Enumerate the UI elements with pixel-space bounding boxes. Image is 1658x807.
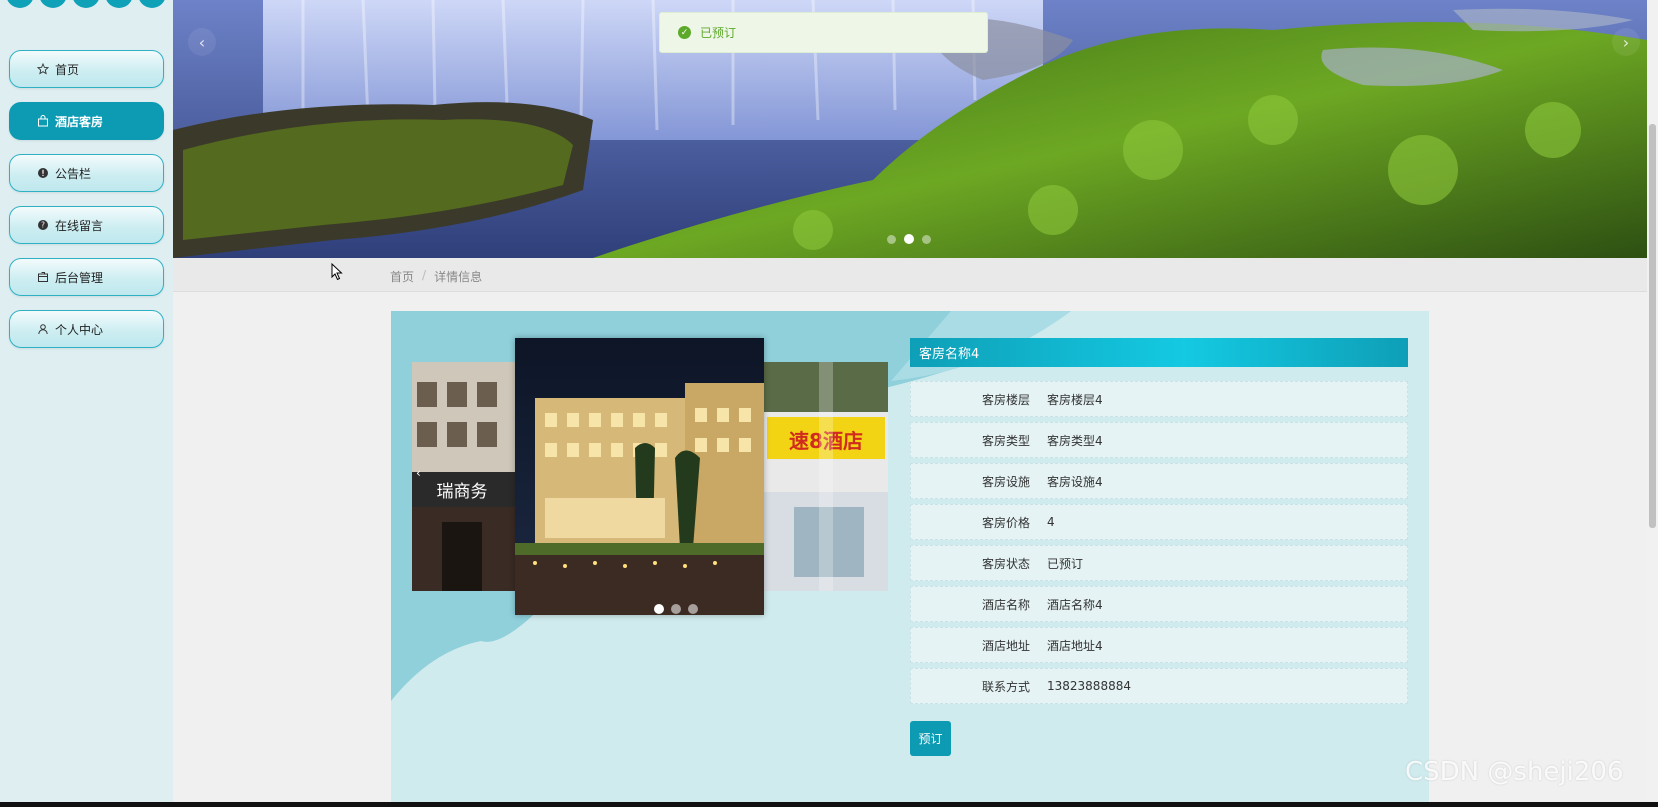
info-value: 13823888884	[1047, 679, 1131, 693]
gallery-indicator-2[interactable]	[671, 604, 681, 614]
gallery-indicator-3[interactable]	[688, 604, 698, 614]
breadcrumb: 首页 / 详情信息	[390, 268, 482, 285]
room-title: 客房名称4	[910, 338, 1408, 367]
info-label: 客房楼层	[981, 392, 1030, 407]
room-image-gallery: 瑞商务 速8酒店 ‹	[412, 338, 888, 615]
bag-icon	[36, 114, 50, 128]
gallery-left-sign: 瑞商务	[437, 482, 488, 502]
info-label: 客房状态	[981, 556, 1030, 571]
info-row-facilities: 客房设施 客房设施4	[910, 463, 1408, 499]
sidebar-item-home[interactable]: 首页	[9, 50, 164, 88]
breadcrumb-current: 详情信息	[434, 270, 483, 284]
info-row-floor: 客房楼层 客房楼层4	[910, 381, 1408, 417]
info-row-status: 客房状态 已预订	[910, 545, 1408, 581]
sidebar-item-label: 个人中心	[55, 322, 104, 337]
info-label: 客房价格	[981, 515, 1030, 530]
info-row-hotel-name: 酒店名称 酒店名称4	[910, 586, 1408, 622]
sidebar-item-label: 首页	[55, 62, 80, 77]
info-value: 客房楼层4	[1047, 392, 1103, 407]
info-label: 客房类型	[981, 433, 1030, 448]
sidebar-decoration	[0, 0, 173, 10]
info-value: 已预订	[1047, 556, 1084, 571]
check-circle-icon: ✓	[678, 26, 691, 39]
info-label: 联系方式	[981, 679, 1030, 694]
sidebar-item-profile[interactable]: 个人中心	[9, 310, 164, 348]
info-value: 酒店名称4	[1047, 597, 1103, 612]
toast-message: 已预订	[700, 26, 737, 40]
book-button[interactable]: 预订	[910, 721, 951, 756]
scrollbar-thumb[interactable]	[1649, 124, 1656, 528]
bottom-border	[0, 802, 1658, 807]
banner-indicator-2[interactable]	[904, 234, 914, 244]
sidebar: 首页 酒店客房 公告栏 ? 在线留言 后台管理 个人中心	[0, 0, 173, 807]
sidebar-item-label: 酒店客房	[55, 114, 104, 129]
gallery-image-left[interactable]: 瑞商务	[412, 362, 515, 591]
info-value: 酒店地址4	[1047, 638, 1103, 653]
box-icon	[36, 270, 50, 284]
info-value: 客房设施4	[1047, 474, 1103, 489]
banner-indicator-3[interactable]	[922, 234, 931, 244]
sidebar-item-label: 后台管理	[55, 270, 104, 285]
info-row-hotel-address: 酒店地址 酒店地址4	[910, 627, 1408, 663]
gallery-indicators	[654, 604, 698, 614]
info-row-contact: 联系方式 13823888884	[910, 668, 1408, 704]
user-icon	[36, 322, 50, 336]
breadcrumb-separator: /	[422, 268, 427, 282]
gallery-indicator-1[interactable]	[654, 604, 664, 614]
gallery-image-center[interactable]	[515, 338, 764, 615]
sidebar-item-messages[interactable]: ? 在线留言	[9, 206, 164, 244]
banner-indicators	[887, 234, 931, 244]
info-value: 客房类型4	[1047, 433, 1103, 448]
sidebar-item-admin[interactable]: 后台管理	[9, 258, 164, 296]
info-row-price: 客房价格 4	[910, 504, 1408, 540]
gallery-prev-arrow[interactable]: ‹	[416, 466, 421, 480]
page-scrollbar[interactable]	[1647, 0, 1658, 807]
help-icon: ?	[36, 218, 50, 232]
info-label: 客房设施	[981, 474, 1030, 489]
gallery-image-right[interactable]: 速8酒店	[764, 362, 888, 591]
breadcrumb-bar: 首页 / 详情信息	[173, 258, 1647, 292]
sidebar-item-notices[interactable]: 公告栏	[9, 154, 164, 192]
mouse-cursor-icon	[331, 262, 343, 284]
breadcrumb-home[interactable]: 首页	[390, 268, 414, 285]
info-value: 4	[1047, 515, 1055, 529]
watermark: CSDN @sheji206	[1405, 757, 1624, 787]
info-label: 酒店地址	[981, 638, 1030, 653]
room-detail-card: 瑞商务 速8酒店 ‹ 客房名称4 客房楼层 客房楼层4 客房类型 客房类型4 客…	[391, 311, 1429, 807]
banner-indicator-1[interactable]	[887, 234, 896, 244]
info-icon	[36, 166, 50, 180]
info-row-type: 客房类型 客房类型4	[910, 422, 1408, 458]
banner-next-arrow[interactable]: ›	[1612, 28, 1640, 56]
info-label: 酒店名称	[981, 597, 1030, 612]
svg-text:?: ?	[41, 221, 45, 230]
star-icon	[36, 62, 50, 76]
sidebar-item-rooms[interactable]: 酒店客房	[9, 102, 164, 140]
sidebar-item-label: 在线留言	[55, 218, 104, 233]
success-toast: ✓ 已预订	[659, 12, 988, 53]
sidebar-item-label: 公告栏	[55, 166, 92, 181]
banner-prev-arrow[interactable]: ‹	[188, 28, 216, 56]
